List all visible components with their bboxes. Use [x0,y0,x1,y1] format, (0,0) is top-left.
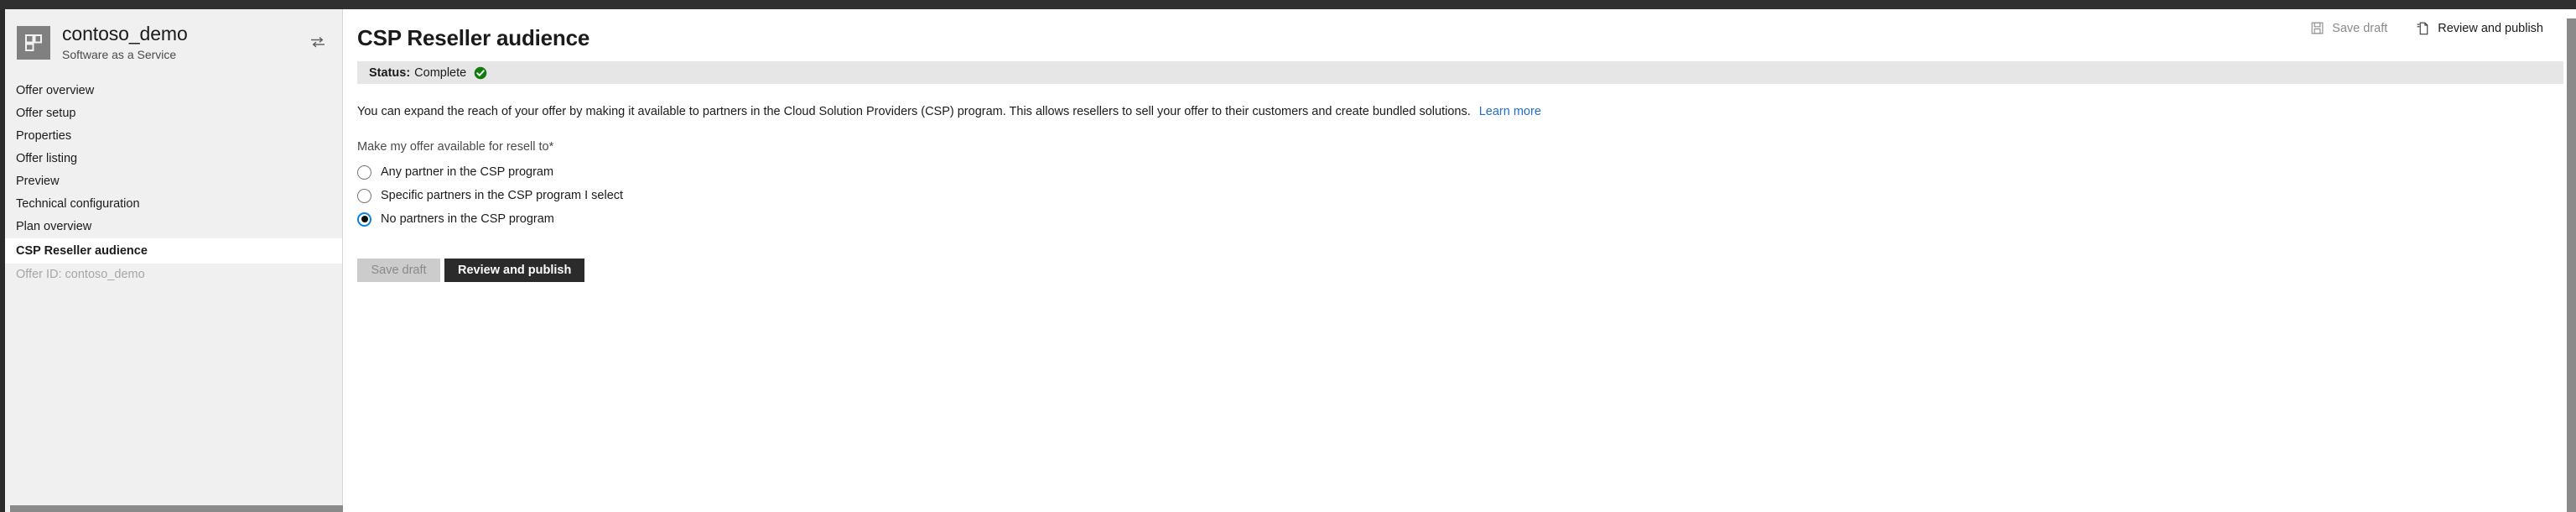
content-body: You can expand the reach of your offer b… [343,84,2576,282]
offer-brand-header[interactable]: contoso_demo Software as a Service [5,9,342,76]
main-content: CSP Reseller audience Save draft Review … [343,9,2576,512]
review-and-publish-button[interactable]: Review and publish [444,258,585,282]
sidebar-item-offer-listing[interactable]: Offer listing [5,148,342,170]
radio-option-label: Specific partners in the CSP program I s… [381,189,624,203]
header-actions: Save draft Review and publish [2310,21,2543,35]
page-title: CSP Reseller audience [357,25,590,50]
radio-option-no-partners[interactable]: No partners in the CSP program [357,212,554,227]
main-header: CSP Reseller audience Save draft Review … [343,9,2576,50]
page-vertical-scrollbar[interactable] [2567,18,2576,512]
radio-circle-selected-icon [357,212,371,227]
sidebar-item-properties[interactable]: Properties [5,125,342,148]
sidebar: contoso_demo Software as a Service Offer… [0,9,357,512]
header-review-publish-button[interactable]: Review and publish [2416,21,2543,35]
top-chrome-bar [0,0,2576,9]
resell-field-label: Make my offer available for resell to* [357,140,2576,154]
sidebar-item-technical-configuration[interactable]: Technical configuration [5,193,342,216]
sidebar-item-offer-overview[interactable]: Offer overview [5,80,342,102]
sidebar-horizontal-scrollbar[interactable] [10,505,357,512]
sidebar-item-plan-overview[interactable]: Plan overview [5,216,342,238]
intro-text: You can expand the reach of your offer b… [357,105,1471,118]
status-value: Complete [414,65,467,80]
intro-paragraph: You can expand the reach of your offer b… [357,104,2576,121]
radio-option-label: Any partner in the CSP program [381,165,554,180]
sidebar-offer-id: Offer ID: contoso_demo [16,268,145,282]
required-asterisk: * [548,139,554,154]
save-floppy-icon [2310,21,2324,35]
document-publish-icon [2416,21,2430,35]
form-action-buttons: Save draft Review and publish [357,258,2576,282]
tiles-grid-icon [17,25,50,60]
sidebar-item-label: CSP Reseller audience [16,243,148,258]
green-check-circle-icon [474,66,487,80]
radio-option-any-partner[interactable]: Any partner in the CSP program [357,165,553,180]
sidebar-item-label: Offer overview [16,84,95,98]
sidebar-item-csp-reseller-audience[interactable]: CSP Reseller audience [5,238,342,264]
sidebar-item-label: Preview [16,175,60,189]
header-review-publish-label: Review and publish [2438,21,2543,35]
sidebar-item-label: Technical configuration [16,197,140,212]
sidebar-nav: Offer overview Offer setup Properties Of… [5,76,342,264]
radio-circle-icon [357,188,371,203]
learn-more-link[interactable]: Learn more [1479,105,1541,118]
offer-type: Software as a Service [62,47,177,61]
sidebar-item-label: Plan overview [16,220,92,234]
resell-audience-radio-group: Any partner in the CSP program Specific … [357,165,2576,227]
sidebar-item-preview[interactable]: Preview [5,170,342,193]
header-save-draft-label: Save draft [2332,21,2388,35]
sidebar-item-label: Offer setup [16,107,76,121]
brand-text-block: contoso_demo Software as a Service [62,23,188,62]
radio-circle-icon [357,165,371,180]
status-label: Status: [369,65,411,80]
save-draft-button[interactable]: Save draft [357,258,440,282]
resell-field-label-text: Make my offer available for resell to [357,139,549,154]
sidebar-item-label: Properties [16,129,72,144]
body-region: contoso_demo Software as a Service Offer… [0,9,2576,512]
sidebar-item-offer-setup[interactable]: Offer setup [5,102,342,125]
sidebar-item-label: Offer listing [16,152,78,166]
radio-option-specific-partners[interactable]: Specific partners in the CSP program I s… [357,188,624,203]
swap-arrows-icon[interactable] [309,33,327,51]
header-save-draft-button[interactable]: Save draft [2310,21,2387,35]
radio-option-label: No partners in the CSP program [381,212,554,227]
page-root: contoso_demo Software as a Service Offer… [0,0,2576,512]
offer-name: contoso_demo [62,23,188,44]
status-badge: Status: Complete [357,61,2563,84]
